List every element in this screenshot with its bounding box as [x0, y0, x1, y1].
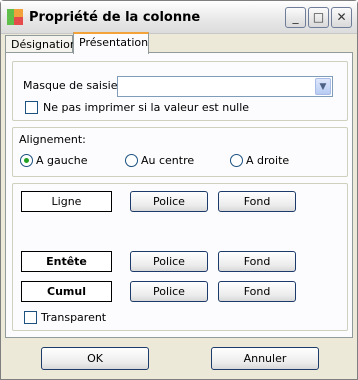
background-button-ligne[interactable]: Fond — [218, 191, 296, 212]
alignment-label: Alignement: — [19, 133, 86, 146]
app-icon — [7, 9, 23, 25]
no-print-label: Ne pas imprimer si la valeur est nulle — [43, 101, 250, 114]
background-button-entete[interactable]: Fond — [218, 251, 296, 272]
format-group: Ligne Police Fond Entête Police Fond Cum… — [12, 183, 348, 331]
tab-designation[interactable]: Désignation — [5, 35, 77, 53]
mask-select[interactable]: ▼ — [117, 76, 333, 97]
font-button-entete[interactable]: Police — [130, 251, 208, 272]
transparent-checkbox[interactable] — [24, 311, 37, 324]
font-button-ligne[interactable]: Police — [130, 191, 208, 212]
window-title: Propriété de la colonne — [29, 9, 201, 25]
radio-align-right[interactable] — [230, 154, 243, 167]
background-button-cumul[interactable]: Fond — [218, 281, 296, 302]
minimize-button[interactable]: _ — [285, 7, 306, 28]
radio-align-center[interactable] — [125, 154, 138, 167]
row-label-cumul: Cumul — [21, 281, 112, 302]
row-label-ligne: Ligne — [21, 191, 112, 212]
tab-presentation[interactable]: Présentation — [73, 32, 149, 54]
mask-label: Masque de saisie: — [23, 79, 122, 92]
transparent-label: Transparent — [41, 311, 107, 324]
tab-panel: Masque de saisie: ▼ Ne pas imprimer si l… — [5, 52, 353, 338]
close-button[interactable]: ✕ — [331, 7, 352, 28]
alignment-group: Alignement: A gauche Au centre A droite — [12, 127, 348, 177]
ok-button[interactable]: OK — [41, 347, 149, 370]
title-bar[interactable]: Propriété de la colonne _ □ ✕ — [1, 1, 357, 34]
radio-align-right-label: A droite — [246, 154, 290, 167]
radio-align-left-label: A gauche — [36, 154, 88, 167]
row-label-entete: Entête — [21, 251, 112, 272]
radio-align-left[interactable] — [20, 154, 33, 167]
dialog-window: Propriété de la colonne _ □ ✕ Désignatio… — [0, 0, 358, 380]
maximize-button[interactable]: □ — [308, 7, 329, 28]
font-button-cumul[interactable]: Police — [130, 281, 208, 302]
no-print-checkbox[interactable] — [25, 101, 38, 114]
mask-group: Masque de saisie: ▼ Ne pas imprimer si l… — [12, 61, 348, 121]
cancel-button[interactable]: Annuler — [211, 347, 319, 370]
chevron-down-icon[interactable]: ▼ — [315, 78, 331, 95]
radio-align-center-label: Au centre — [141, 154, 195, 167]
